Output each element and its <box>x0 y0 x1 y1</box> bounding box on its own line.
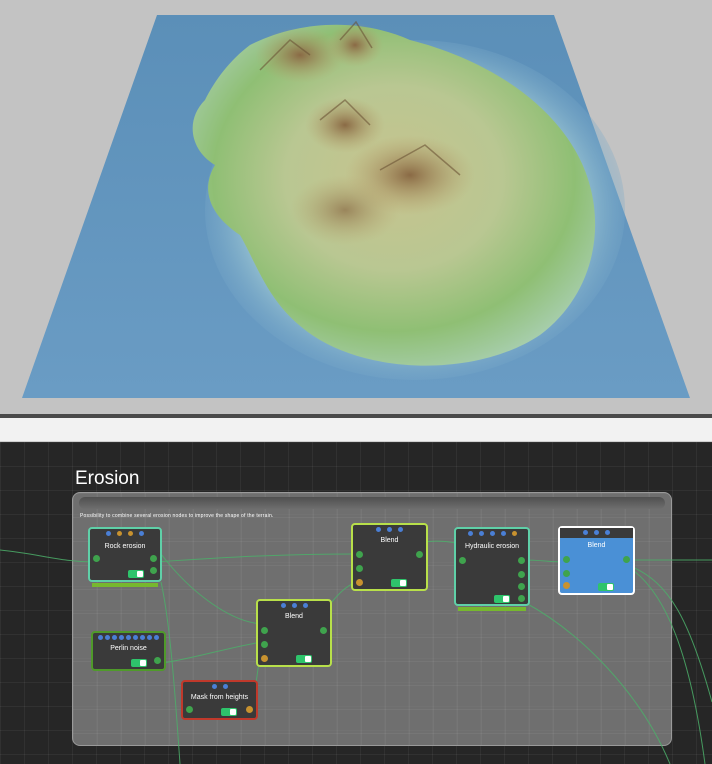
group-title: Erosion <box>75 468 140 489</box>
dot-icon <box>98 635 103 640</box>
enable-toggle[interactable] <box>131 659 147 667</box>
node-title: Blend <box>380 537 399 544</box>
dot-icon <box>500 531 506 536</box>
dot-icon <box>291 603 297 608</box>
dot-icon <box>211 684 217 689</box>
dot-icon <box>106 531 111 536</box>
dot-icon <box>605 530 610 535</box>
node-blend-2[interactable]: Blend <box>351 523 428 591</box>
dot-icon <box>478 531 484 536</box>
input-port[interactable] <box>356 551 363 558</box>
output-port[interactable] <box>518 571 525 578</box>
dot-icon <box>594 530 599 535</box>
dot-icon <box>133 635 138 640</box>
output-port[interactable] <box>518 557 525 564</box>
dot-icon <box>280 603 286 608</box>
node-perlin-noise[interactable]: Perlin noise <box>91 631 166 671</box>
panel-header-strip <box>0 418 712 442</box>
output-port[interactable] <box>154 657 161 664</box>
node-rock-erosion[interactable]: Rock erosion <box>88 527 162 587</box>
mask-port[interactable] <box>356 579 363 586</box>
dot-icon <box>139 531 144 536</box>
dot-icon <box>222 684 228 689</box>
dot-icon <box>376 527 381 532</box>
input-port[interactable] <box>563 556 570 563</box>
terrain-render <box>22 15 690 398</box>
dot-icon <box>489 531 495 536</box>
output-port[interactable] <box>623 556 630 563</box>
input-port[interactable] <box>563 570 570 577</box>
enable-toggle[interactable] <box>221 708 237 716</box>
3d-terrain-viewport[interactable] <box>0 0 712 414</box>
node-blend-3-selected[interactable]: Blend <box>558 526 635 595</box>
dot-icon <box>387 527 392 532</box>
node-graph-editor[interactable]: Erosion Possibility to combine several e… <box>0 442 712 764</box>
dot-icon <box>511 531 517 536</box>
node-hydraulic-erosion[interactable]: Hydraulic erosion <box>454 527 530 611</box>
dot-icon <box>128 531 133 536</box>
enable-toggle[interactable] <box>391 579 407 587</box>
dot-icon <box>467 531 473 536</box>
dot-icon <box>126 635 131 640</box>
input-port[interactable] <box>261 641 268 648</box>
dot-icon <box>302 603 308 608</box>
output-port[interactable] <box>320 627 327 634</box>
dot-icon <box>119 635 124 640</box>
group-description: Possibility to combine several erosion n… <box>80 513 274 519</box>
node-title: Perlin noise <box>110 645 147 652</box>
output-port[interactable] <box>150 567 157 574</box>
input-port[interactable] <box>186 706 193 713</box>
input-port[interactable] <box>459 557 466 564</box>
dot-icon <box>398 527 403 532</box>
dot-icon <box>154 635 159 640</box>
node-status-bar <box>92 583 158 587</box>
enable-toggle[interactable] <box>494 595 510 603</box>
output-port[interactable] <box>150 555 157 562</box>
dot-icon <box>140 635 145 640</box>
dot-icon <box>147 635 152 640</box>
group-header-bar[interactable] <box>79 497 665 509</box>
enable-toggle[interactable] <box>128 570 144 578</box>
output-port[interactable] <box>518 595 525 602</box>
enable-toggle[interactable] <box>296 655 312 663</box>
node-mask-from-heights[interactable]: Mask from heights <box>181 680 258 720</box>
dot-icon <box>105 635 110 640</box>
dot-icon <box>117 531 122 536</box>
output-port[interactable] <box>416 551 423 558</box>
node-title: Mask from heights <box>190 694 249 701</box>
output-port[interactable] <box>518 583 525 590</box>
enable-toggle[interactable] <box>598 583 614 591</box>
node-status-bar <box>458 607 526 611</box>
input-port[interactable] <box>261 627 268 634</box>
dot-icon <box>583 530 588 535</box>
node-blend-1[interactable]: Blend <box>256 599 332 667</box>
dot-icon <box>112 635 117 640</box>
mask-port[interactable] <box>261 655 268 662</box>
input-port[interactable] <box>356 565 363 572</box>
node-title: Hydraulic erosion <box>464 543 520 550</box>
node-title: Blend <box>587 542 606 549</box>
output-port[interactable] <box>246 706 253 713</box>
input-port[interactable] <box>93 555 100 562</box>
node-title: Blend <box>285 613 303 620</box>
node-title: Rock erosion <box>104 543 146 550</box>
mask-port[interactable] <box>563 582 570 589</box>
